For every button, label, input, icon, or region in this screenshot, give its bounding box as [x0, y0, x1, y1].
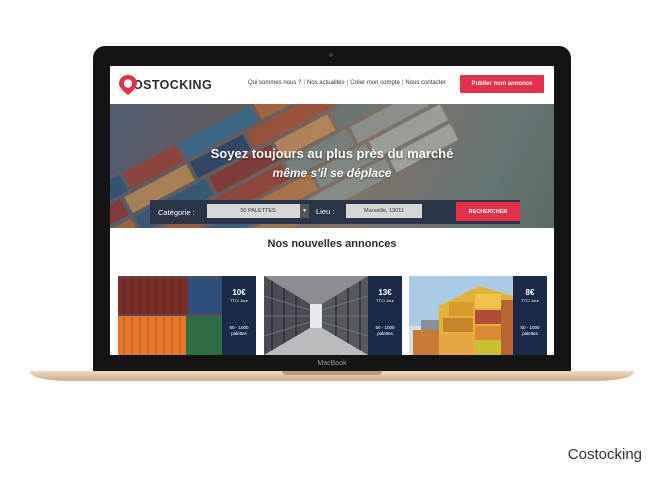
- pallet-range-unit: palettes: [377, 331, 393, 336]
- listings-title: Nos nouvelles annonces: [267, 238, 397, 250]
- logo-text: OSTOCKING: [133, 78, 213, 92]
- main-nav: Qui sommes nous ? | Nos actualités | Cré…: [248, 80, 446, 86]
- category-select-value: 50 PALETTES: [240, 208, 276, 214]
- price-value: 10€: [232, 288, 246, 297]
- nav-separator: |: [303, 80, 305, 86]
- nav-separator: |: [346, 80, 349, 86]
- price-panel: 13€ TTC/ Jour 50 - 1000 palettes: [368, 276, 402, 355]
- price-value: 8€: [525, 288, 535, 297]
- laptop-screen: OSTOCKING Qui sommes nous ? | Nos actual…: [110, 66, 554, 355]
- listing-card[interactable]: 8€ TTC/ Jour 50 - 1000 palettes: [409, 276, 547, 355]
- search-bar: Catégorie : 50 PALETTES ▼ Lieu : Marseil…: [150, 200, 520, 224]
- nav-separator: |: [401, 80, 404, 86]
- site-header: OSTOCKING Qui sommes nous ? | Nos actual…: [110, 66, 554, 104]
- location-pin-icon: [118, 74, 138, 96]
- search-button[interactable]: RECHERCHER: [456, 202, 520, 221]
- hero-banner: Soyez toujours au plus près du marché mê…: [110, 104, 554, 228]
- listing-card[interactable]: 10€ TTC/ Jour 50 - 1000 palettes: [118, 276, 256, 355]
- price-panel: 10€ TTC/ Jour 50 - 1000 palettes: [222, 276, 256, 355]
- camera-icon: [329, 53, 333, 57]
- logo[interactable]: OSTOCKING: [118, 74, 212, 96]
- nav-link-news[interactable]: Nos actualités: [307, 80, 345, 86]
- chevron-down-icon[interactable]: ▼: [300, 204, 309, 218]
- pallet-range: 50 - 1000 palettes: [513, 325, 547, 337]
- laptop-base: [30, 371, 634, 381]
- location-label: Lieu :: [316, 207, 335, 216]
- price-panel: 8€ TTC/ Jour 50 - 1000 palettes: [513, 276, 547, 355]
- listing-card[interactable]: 13€ TTC/ Jour 50 - 1000 palettes: [264, 276, 402, 355]
- price-unit: TTC/ Jour: [521, 298, 539, 303]
- laptop-lid: OSTOCKING Qui sommes nous ? | Nos actual…: [93, 46, 571, 372]
- price-unit: TTC/ Jour: [230, 298, 248, 303]
- category-select[interactable]: 50 PALETTES ▼: [207, 204, 309, 218]
- price-unit: TTC/ Jour: [376, 298, 394, 303]
- device-label: MacBook: [317, 360, 347, 367]
- price-value: 13€: [378, 288, 392, 297]
- nav-link-contact[interactable]: Nous contacter: [405, 80, 445, 86]
- image-caption: Costocking: [567, 446, 642, 463]
- pallet-range-unit: palettes: [522, 331, 538, 336]
- nav-link-create-account[interactable]: Créer mon compte: [350, 80, 400, 86]
- location-input-value: Marseille, 13011: [364, 208, 404, 214]
- location-input[interactable]: Marseille, 13011: [346, 204, 422, 218]
- pallet-range: 50 - 1000 palettes: [368, 325, 402, 337]
- hero-subtitle: même s'il se déplace: [272, 166, 392, 180]
- laptop-base-notch: [282, 371, 382, 375]
- category-label: Catégorie :: [158, 207, 195, 217]
- publish-ad-button[interactable]: Publier mon annonce: [460, 75, 544, 93]
- hero-title: Soyez toujours au plus près du marché: [210, 146, 454, 161]
- nav-link-about[interactable]: Qui sommes nous ?: [248, 80, 301, 86]
- pallet-range-unit: palettes: [231, 331, 247, 336]
- pallet-range: 50 - 1000 palettes: [222, 325, 256, 337]
